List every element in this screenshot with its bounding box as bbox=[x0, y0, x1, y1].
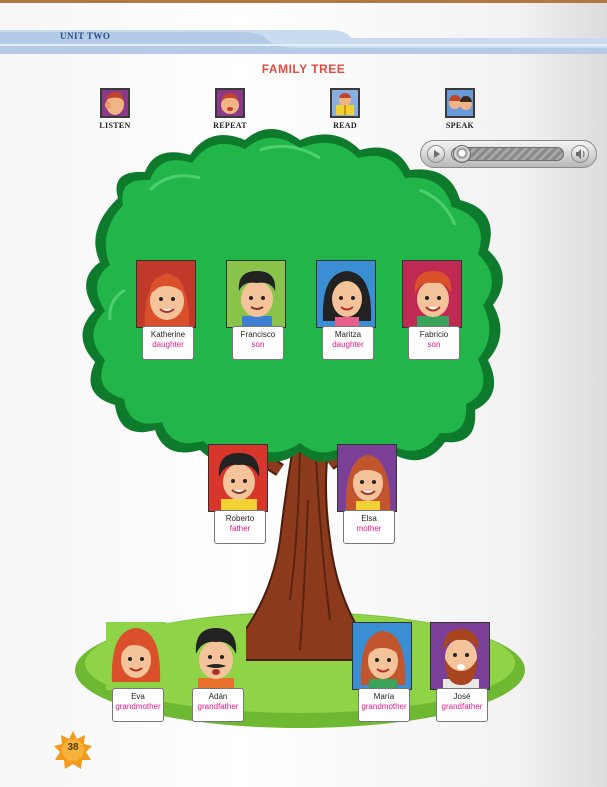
jose-portrait bbox=[430, 622, 490, 690]
member-role: daughter bbox=[332, 340, 364, 349]
elsa-card: Elsa mother bbox=[343, 510, 395, 544]
member-role: grandfather bbox=[441, 702, 483, 711]
member-name: Roberto bbox=[225, 514, 255, 523]
katherine-card: Katherine daughter bbox=[142, 326, 194, 360]
maria-card: María grandmother bbox=[358, 688, 410, 722]
member-name: José bbox=[453, 692, 471, 701]
roberto-portrait bbox=[208, 444, 268, 512]
maria-portrait bbox=[352, 622, 412, 690]
member-role: father bbox=[229, 524, 251, 533]
member-name: Katherine bbox=[150, 330, 186, 339]
member-name: Fabricio bbox=[419, 330, 449, 339]
francisco-portrait bbox=[226, 260, 286, 328]
adan-portrait bbox=[186, 622, 246, 690]
fabricio-card: Fabricio son bbox=[408, 326, 460, 360]
fabricio-portrait bbox=[402, 260, 462, 328]
katherine-portrait bbox=[136, 260, 196, 328]
member-role: son bbox=[427, 340, 441, 349]
member-role: mother bbox=[356, 524, 382, 533]
roberto-card: Roberto father bbox=[214, 510, 266, 544]
member-name: Adán bbox=[208, 692, 228, 701]
family-tree-illustration bbox=[75, 129, 525, 728]
adan-card: Adán grandfather bbox=[192, 688, 244, 722]
jose-card: José grandfather bbox=[436, 688, 488, 722]
elsa-portrait bbox=[337, 444, 397, 512]
member-role: grandfather bbox=[197, 702, 239, 711]
maritza-card: Maritza daughter bbox=[322, 326, 374, 360]
member-name: Maritza bbox=[334, 330, 362, 339]
member-role: grandmother bbox=[361, 702, 407, 711]
francisco-card: Francisco son bbox=[232, 326, 284, 360]
member-name: Eva bbox=[131, 692, 145, 701]
page-number: 38 bbox=[67, 742, 79, 753]
page-number-badge: 38 bbox=[53, 730, 93, 770]
member-role: grandmother bbox=[115, 702, 161, 711]
eva-portrait bbox=[106, 622, 166, 690]
member-name: Elsa bbox=[361, 514, 377, 523]
eva-card: Eva grandmother bbox=[112, 688, 164, 722]
member-name: María bbox=[373, 692, 395, 701]
member-role: son bbox=[251, 340, 265, 349]
maritza-portrait bbox=[316, 260, 376, 328]
member-name: Francisco bbox=[240, 330, 276, 339]
member-role: daughter bbox=[152, 340, 184, 349]
